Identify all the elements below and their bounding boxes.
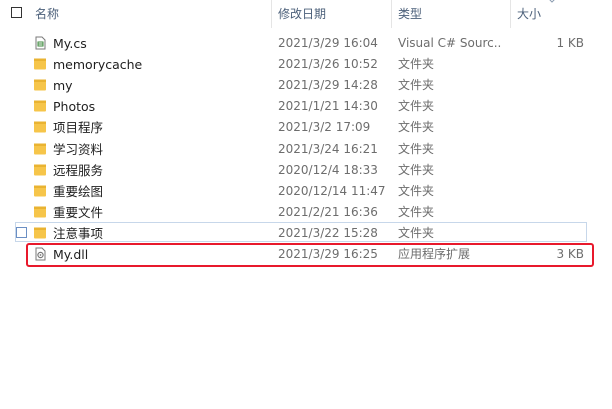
file-name: my	[53, 78, 73, 94]
file-row[interactable]: my 2021/3/29 14:28 文件夹	[0, 75, 612, 96]
file-row[interactable]: memorycache 2021/3/26 10:52 文件夹	[0, 54, 612, 75]
file-type: 文件夹	[398, 204, 435, 219]
file-explorer: 名称 修改日期 类型 大小 My.cs 2021/3/29 16:04 Visual…	[0, 0, 612, 409]
row-checkbox[interactable]	[16, 226, 27, 238]
file-name: 重要绘图	[53, 183, 104, 199]
file-type: 文件夹	[398, 141, 435, 156]
file-row[interactable]: 重要文件 2021/2/21 16:36 文件夹	[0, 202, 612, 223]
column-header-type[interactable]: 类型	[398, 0, 422, 28]
file-size: 3 KB	[556, 247, 584, 261]
column-divider[interactable]	[391, 0, 392, 28]
file-name: 注意事项	[53, 225, 104, 241]
file-type: 文件夹	[398, 78, 435, 93]
folder-icon	[33, 205, 47, 219]
file-type: 文件夹	[398, 225, 435, 240]
file-type: 文件夹	[398, 183, 435, 198]
sort-descending-icon	[549, 0, 555, 3]
file-type: 文件夹	[398, 162, 435, 177]
file-modified-date: 2021/3/2 17:09	[278, 120, 371, 135]
folder-icon	[33, 226, 47, 240]
file-type: 文件夹	[398, 120, 435, 135]
column-header-bar: 名称 修改日期 类型 大小	[0, 0, 612, 28]
folder-icon	[33, 142, 47, 156]
file-modified-date: 2021/2/21 16:36	[278, 204, 378, 219]
file-name: 远程服务	[53, 162, 104, 178]
dll-file-icon	[33, 247, 47, 261]
file-size: 1 KB	[556, 36, 584, 50]
column-header-size[interactable]: 大小	[517, 0, 541, 28]
file-type: Visual C# Sourc...	[398, 36, 502, 50]
file-type: 应用程序扩展	[398, 247, 471, 261]
file-row[interactable]: 项目程序 2021/3/2 17:09 文件夹	[0, 117, 612, 138]
file-name: My.dll	[53, 247, 89, 262]
file-row[interactable]: My.cs 2021/3/29 16:04 Visual C# Sourc... 1 …	[0, 33, 612, 54]
file-modified-date: 2021/3/26 10:52	[278, 57, 378, 72]
folder-icon	[33, 184, 47, 198]
csharp-file-icon	[33, 36, 47, 50]
file-name: memorycache	[53, 57, 143, 73]
file-name: Photos	[53, 99, 96, 115]
file-row[interactable]: 远程服务 2020/12/4 18:33 文件夹	[0, 160, 612, 181]
folder-icon	[33, 99, 47, 113]
file-modified-date: 2020/12/14 11:47	[278, 183, 386, 198]
file-row[interactable]: 注意事项 2021/3/22 15:28 文件夹	[0, 223, 612, 244]
file-row[interactable]: Photos 2021/1/21 14:30 文件夹	[0, 96, 612, 117]
folder-icon	[33, 57, 47, 71]
file-row[interactable]: My.dll 2021/3/29 16:25 应用程序扩展 3 KB	[0, 244, 612, 265]
column-header-date[interactable]: 修改日期	[278, 0, 326, 28]
select-all-checkbox[interactable]	[11, 7, 22, 18]
file-name: 学习资料	[53, 141, 104, 157]
folder-icon	[33, 78, 47, 92]
file-modified-date: 2021/1/21 14:30	[278, 99, 378, 114]
file-row[interactable]: 重要绘图 2020/12/14 11:47 文件夹	[0, 181, 612, 202]
column-divider[interactable]	[271, 0, 272, 28]
folder-icon	[33, 163, 47, 177]
file-type: 文件夹	[398, 57, 435, 72]
file-modified-date: 2021/3/22 15:28	[278, 225, 378, 240]
file-modified-date: 2021/3/29 16:25	[278, 247, 378, 261]
folder-icon	[33, 120, 47, 134]
file-modified-date: 2020/12/4 18:33	[278, 162, 378, 177]
file-name: My.cs	[53, 36, 87, 51]
file-row[interactable]: 学习资料 2021/3/24 16:21 文件夹	[0, 139, 612, 160]
file-modified-date: 2021/3/29 16:04	[278, 36, 378, 50]
column-header-name[interactable]: 名称	[35, 0, 59, 28]
file-modified-date: 2021/3/24 16:21	[278, 141, 378, 156]
file-modified-date: 2021/3/29 14:28	[278, 78, 378, 93]
file-type: 文件夹	[398, 99, 435, 114]
column-divider[interactable]	[510, 0, 511, 28]
file-name: 项目程序	[53, 120, 104, 136]
file-name: 重要文件	[53, 204, 104, 220]
